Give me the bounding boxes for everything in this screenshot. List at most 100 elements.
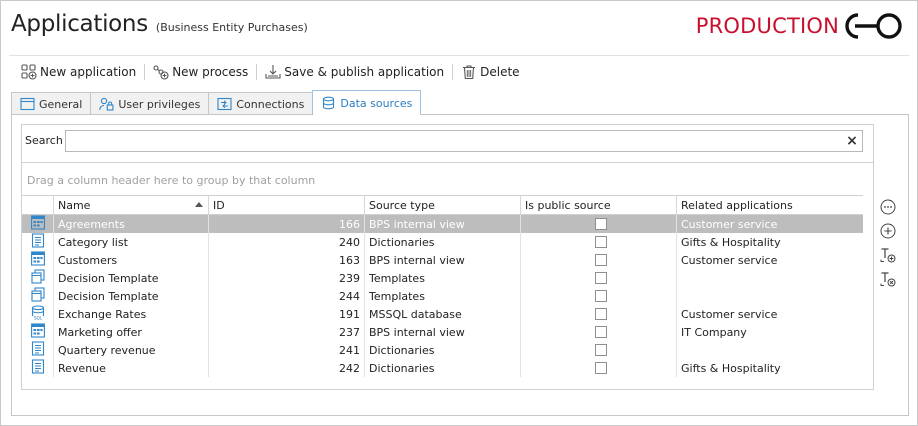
search-row: Search × bbox=[25, 129, 863, 152]
data-sources-grid-container: Search × Drag a column header here to gr… bbox=[21, 124, 874, 390]
title-row: Applications (Business Entity Purchases) bbox=[11, 11, 308, 45]
new-process-button[interactable]: New process bbox=[149, 62, 252, 82]
is-public-checkbox[interactable] bbox=[594, 344, 607, 356]
brand-logo-icon bbox=[845, 13, 902, 39]
table-row[interactable]: Category list 240 Dictionaries Gifts & Hosp… bbox=[22, 233, 863, 251]
cell-source-type: Dictionaries bbox=[365, 359, 521, 377]
delete-button[interactable]: Delete bbox=[457, 62, 523, 82]
is-public-checkbox[interactable] bbox=[594, 290, 607, 302]
table-row[interactable]: Agreements 166 BPS internal view Customer s… bbox=[22, 215, 863, 233]
header-divider bbox=[9, 55, 909, 56]
is-public-checkbox[interactable] bbox=[594, 362, 607, 374]
cell-id: 241 bbox=[209, 341, 365, 359]
search-label: Search bbox=[25, 134, 63, 147]
cell-id: 244 bbox=[209, 287, 365, 305]
tab-label: User privileges bbox=[118, 97, 201, 111]
tab-label: Data sources bbox=[340, 96, 413, 110]
column-header-source-type[interactable]: Source type bbox=[365, 196, 521, 214]
table-row[interactable]: Marketing offer 237 BPS internal view IT Co… bbox=[22, 323, 863, 341]
cell-name: Agreements bbox=[54, 215, 209, 233]
template-icon bbox=[30, 269, 45, 287]
cell-source-type: MSSQL database bbox=[365, 305, 521, 323]
is-public-checkbox[interactable] bbox=[594, 236, 607, 248]
column-header-id[interactable]: ID bbox=[209, 196, 365, 214]
page-subtitle: (Business Entity Purchases) bbox=[155, 21, 308, 34]
add-column-icon[interactable] bbox=[880, 247, 896, 263]
sort-ascending-icon bbox=[195, 202, 203, 207]
mssql-icon: SQL bbox=[30, 305, 45, 323]
table-row[interactable]: SQL Exchange Rates 191 MSSQL database Custom… bbox=[22, 305, 863, 323]
is-public-checkbox[interactable] bbox=[594, 308, 607, 320]
tab-general[interactable]: General bbox=[11, 92, 92, 115]
more-options-icon[interactable] bbox=[880, 199, 896, 215]
add-icon[interactable] bbox=[880, 223, 896, 239]
bps-view-icon bbox=[30, 215, 45, 233]
cell-id: 163 bbox=[209, 251, 365, 269]
dictionary-icon bbox=[31, 359, 45, 377]
column-header-icon[interactable] bbox=[22, 196, 54, 214]
is-public-checkbox[interactable] bbox=[594, 326, 607, 338]
cell-related-applications bbox=[677, 287, 863, 305]
tab-connections[interactable]: Connections bbox=[208, 92, 314, 115]
cell-related-applications: Gifts & Hospitality bbox=[681, 361, 781, 375]
grid-side-actions bbox=[880, 199, 898, 295]
save-publish-label: Save & publish application bbox=[284, 65, 445, 79]
save-publish-button[interactable]: Save & publish application bbox=[261, 62, 448, 82]
table-row[interactable]: Customers 163 BPS internal view Customer se… bbox=[22, 251, 863, 269]
table-row[interactable]: Quartery revenue 241 Dictionaries bbox=[22, 341, 863, 359]
tab-label: Connections bbox=[236, 97, 305, 111]
user-lock-icon bbox=[99, 97, 114, 111]
table-row[interactable]: Decision Template 239 Templates bbox=[22, 269, 863, 287]
data-sources-panel: Search × Drag a column header here to gr… bbox=[11, 114, 909, 416]
svg-text:SQL: SQL bbox=[33, 316, 42, 320]
tab-data-sources[interactable]: Data sources bbox=[312, 90, 422, 115]
tab-user-privileges[interactable]: User privileges bbox=[90, 92, 210, 115]
cell-related-applications: Customer service bbox=[681, 217, 778, 231]
new-application-button[interactable]: New application bbox=[17, 62, 140, 82]
new-process-label: New process bbox=[172, 65, 249, 79]
cell-is-public bbox=[521, 287, 677, 305]
row-icon-cell bbox=[22, 359, 54, 377]
column-header-is-public[interactable]: Is public source bbox=[521, 196, 677, 214]
remove-column-icon[interactable] bbox=[880, 271, 896, 287]
column-header-label: Name bbox=[58, 198, 91, 212]
column-header-label: Is public source bbox=[525, 198, 611, 212]
delete-label: Delete bbox=[480, 65, 520, 79]
cell-source-type: Dictionaries bbox=[365, 233, 521, 251]
cell-source-type: BPS internal view bbox=[365, 323, 521, 341]
cell-source-type: Templates bbox=[365, 269, 521, 287]
search-divider bbox=[22, 162, 873, 163]
toolbar-separator bbox=[144, 64, 146, 80]
is-public-checkbox[interactable] bbox=[594, 218, 607, 230]
cell-is-public bbox=[521, 269, 677, 287]
row-icon-cell: SQL bbox=[22, 305, 54, 323]
column-header-related[interactable]: Related applications bbox=[677, 196, 863, 214]
cell-name: Decision Template bbox=[54, 287, 209, 305]
table-row[interactable]: Revenue 242 Dictionaries Gifts & Hospitalit… bbox=[22, 359, 863, 377]
row-icon-cell bbox=[22, 269, 54, 287]
cell-is-public bbox=[521, 323, 677, 341]
search-input[interactable]: × bbox=[65, 129, 863, 152]
window-icon bbox=[20, 97, 35, 111]
row-icon-cell bbox=[22, 215, 54, 233]
row-icon-cell bbox=[22, 251, 54, 269]
bps-view-icon bbox=[30, 251, 45, 269]
cell-name: Customers bbox=[54, 251, 209, 269]
cell-related-applications: Gifts & Hospitality bbox=[681, 235, 781, 249]
is-public-checkbox[interactable] bbox=[594, 272, 607, 284]
column-header-name[interactable]: Name bbox=[54, 196, 209, 214]
data-sources-table: Name ID Source type Is public source Rel… bbox=[22, 195, 863, 377]
applications-window: Applications (Business Entity Purchases)… bbox=[0, 0, 918, 426]
trash-icon bbox=[463, 65, 476, 80]
cell-related-applications bbox=[677, 269, 863, 287]
table-row[interactable]: Decision Template 244 Templates bbox=[22, 287, 863, 305]
clear-icon[interactable]: × bbox=[845, 133, 859, 149]
cell-is-public bbox=[521, 233, 677, 251]
cell-id: 237 bbox=[209, 323, 365, 341]
is-public-checkbox[interactable] bbox=[594, 254, 607, 266]
cell-source-type: BPS internal view bbox=[365, 251, 521, 269]
group-by-hint: Drag a column header here to group by th… bbox=[27, 174, 316, 187]
template-icon bbox=[30, 287, 45, 305]
column-header-label: Related applications bbox=[681, 198, 793, 212]
cell-source-type: Dictionaries bbox=[365, 341, 521, 359]
